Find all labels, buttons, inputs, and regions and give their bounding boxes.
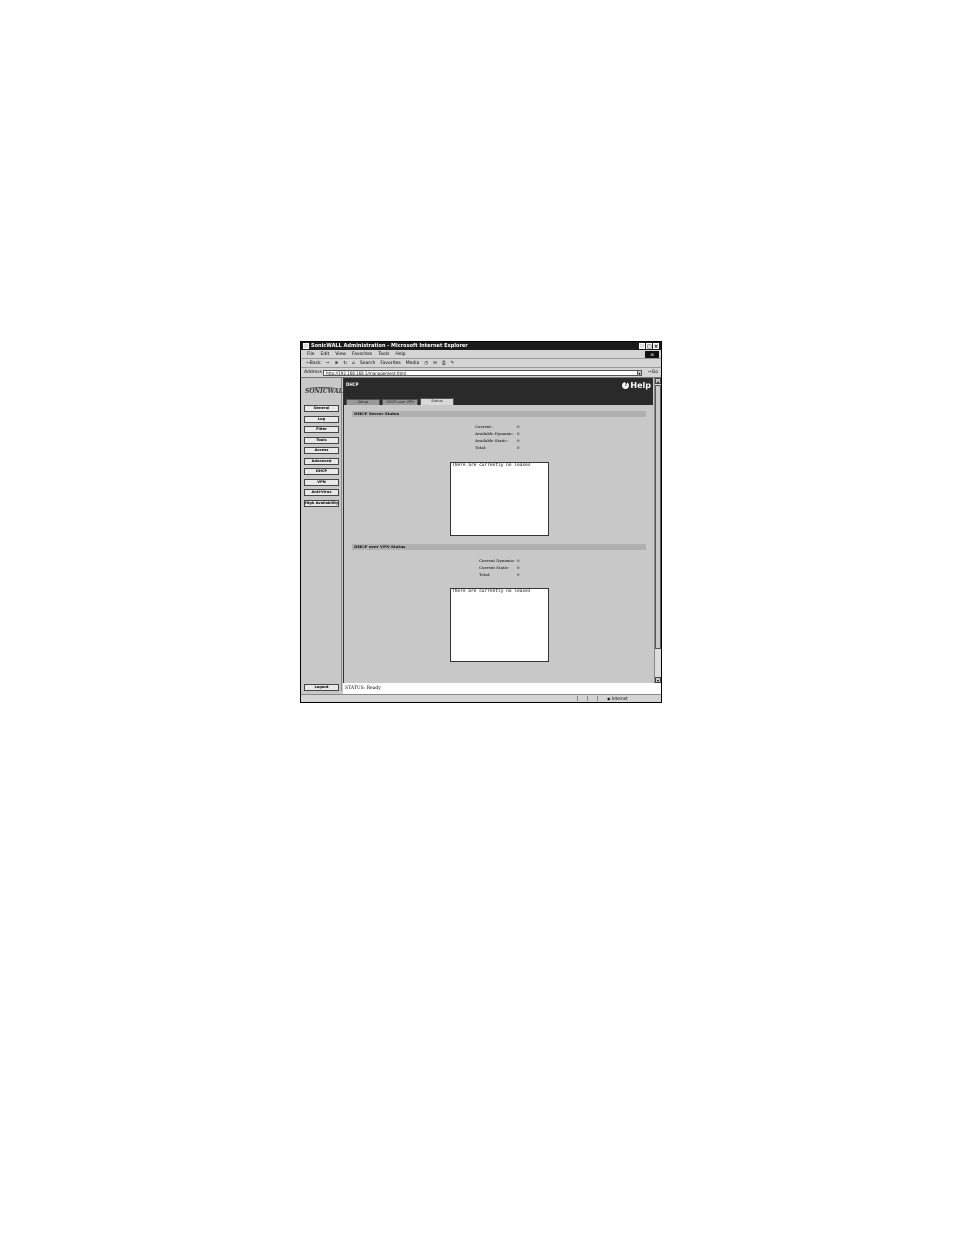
stat-value: 0 <box>517 431 520 436</box>
stat-label: Available Dynamic: <box>475 431 514 436</box>
tab-status[interactable]: Status <box>420 398 454 405</box>
menu-edit[interactable]: Edit <box>321 350 330 359</box>
stat-label: Total: <box>479 572 491 577</box>
go-button[interactable]: ⇨Go <box>648 368 658 378</box>
mail-icon[interactable]: ✉ <box>433 359 437 367</box>
close-button[interactable]: × <box>653 343 659 350</box>
stat-value: 0 <box>517 445 520 450</box>
vpn-status-heading: DHCP over VPN Status <box>352 544 646 550</box>
vpn-leases-list[interactable]: There are currently no leases <box>450 588 549 662</box>
stat-row: Current Dynamic: 0 <box>479 558 520 564</box>
print-icon[interactable]: ⎙ <box>442 359 446 367</box>
stat-row: Available Static: 0 <box>475 438 520 444</box>
nav-log[interactable]: Log <box>304 416 339 423</box>
menu-tools[interactable]: Tools <box>378 350 389 359</box>
stat-label: Current : <box>475 424 494 429</box>
globe-icon: ◉ <box>607 696 611 701</box>
minimize-button[interactable]: _ <box>639 343 645 350</box>
stat-row: Current Static: 0 <box>479 565 520 571</box>
nav-high-availability[interactable]: High Availability <box>304 500 339 507</box>
nav-anti-virus[interactable]: Anti-Virus <box>304 489 339 496</box>
address-input[interactable]: http://192.168.168.1/management.html <box>323 370 641 376</box>
vertical-scrollbar[interactable]: ▴ ▾ <box>654 378 661 683</box>
browser-window: SonicWALL Administration - Microsoft Int… <box>300 341 662 703</box>
window-title: SonicWALL Administration - Microsoft Int… <box>311 343 468 349</box>
address-dropdown-icon[interactable]: ▾ <box>637 370 642 376</box>
title-bar: SonicWALL Administration - Microsoft Int… <box>301 342 661 350</box>
main-content: DHCP ? Help Setup DHCP over VPN Status D… <box>343 378 653 683</box>
nav-filter[interactable]: Filter <box>304 426 339 433</box>
stat-row: Available Dynamic: 0 <box>475 431 520 437</box>
logout-button[interactable]: Logout <box>304 684 339 691</box>
sonicwall-logo: SONICWALL <box>305 386 347 398</box>
menu-view[interactable]: View <box>335 350 346 359</box>
server-status-heading: DHCP Server Status <box>352 411 646 417</box>
stat-row: Total: 0 <box>475 445 520 451</box>
nav-tools[interactable]: Tools <box>304 437 339 444</box>
stat-value: 0 <box>517 565 520 570</box>
forward-button[interactable]: ⇨ <box>326 359 330 367</box>
history-icon[interactable]: ◷ <box>424 359 428 367</box>
window-controls: _ □ × <box>639 343 659 350</box>
stat-value: 0 <box>517 572 520 577</box>
stat-row: Total: 0 <box>479 572 520 578</box>
content-header: DHCP ? Help Setup DHCP over VPN Status <box>344 378 653 405</box>
server-leases-list[interactable]: There are currently no leases <box>450 462 549 536</box>
help-label: Help <box>630 381 651 390</box>
menu-help[interactable]: Help <box>395 350 405 359</box>
tab-bar: Setup DHCP over VPN Status <box>346 398 454 405</box>
scroll-up-icon[interactable]: ▴ <box>655 378 661 384</box>
address-bar: Address http://192.168.168.1/management.… <box>301 368 661 378</box>
go-label: Go <box>651 370 658 375</box>
maximize-button[interactable]: □ <box>646 343 652 350</box>
tab-dhcp-over-vpn[interactable]: DHCP over VPN <box>382 399 418 405</box>
tab-setup[interactable]: Setup <box>346 399 380 405</box>
menu-bar: File Edit View Favorites Tools Help ⊞ <box>301 350 661 359</box>
nav-advanced[interactable]: Advanced <box>304 458 339 465</box>
zone-label: Internet <box>611 696 628 701</box>
stat-label: Current Dynamic: <box>479 558 516 563</box>
stop-icon[interactable]: ⊗ <box>334 359 338 367</box>
edit-icon[interactable]: ✎ <box>451 359 455 367</box>
sidebar: SONICWALL General Log Filter Tools Acces… <box>301 378 347 691</box>
status-line: STATUS: Ready <box>343 683 661 694</box>
browser-toolbar: ⇦Back ⇨ ⊗ ↻ ⌂ Search Favorites Media ◷ ✉… <box>301 359 661 368</box>
browser-status-bar: ◉ Internet <box>301 694 661 702</box>
help-button[interactable]: ? Help <box>622 381 651 390</box>
stat-label: Current Static: <box>479 565 510 570</box>
menu-file[interactable]: File <box>307 350 315 359</box>
refresh-icon[interactable]: ↻ <box>343 359 347 367</box>
scroll-thumb[interactable] <box>655 385 661 649</box>
ie-app-icon <box>303 343 309 349</box>
nav-dhcp[interactable]: DHCP <box>304 468 339 475</box>
stat-value: 0 <box>517 424 520 429</box>
help-icon: ? <box>622 382 630 389</box>
status-divider <box>577 696 586 701</box>
nav-general[interactable]: General <box>304 405 339 412</box>
nav-vpn[interactable]: VPN <box>304 479 339 486</box>
address-label: Address <box>304 370 322 375</box>
windows-logo-icon: ⊞ <box>645 351 659 358</box>
status-divider <box>587 696 596 701</box>
media-button[interactable]: Media <box>406 359 420 367</box>
search-button[interactable]: Search <box>360 359 375 367</box>
nav-access[interactable]: Access <box>304 447 339 454</box>
page-title: DHCP <box>346 382 359 387</box>
security-zone: ◉ Internet <box>607 695 628 702</box>
menu-favorites[interactable]: Favorites <box>352 350 372 359</box>
home-icon[interactable]: ⌂ <box>352 359 355 367</box>
favorites-button[interactable]: Favorites <box>380 359 400 367</box>
stat-value: 0 <box>517 438 520 443</box>
logo-swoosh <box>305 387 339 392</box>
stat-value: 0 <box>517 558 520 563</box>
stat-row: Current : 0 <box>475 424 520 430</box>
back-button[interactable]: ⇦Back <box>306 359 321 367</box>
status-divider <box>597 696 606 701</box>
stat-label: Available Static: <box>475 438 508 443</box>
stat-label: Total: <box>475 445 487 450</box>
